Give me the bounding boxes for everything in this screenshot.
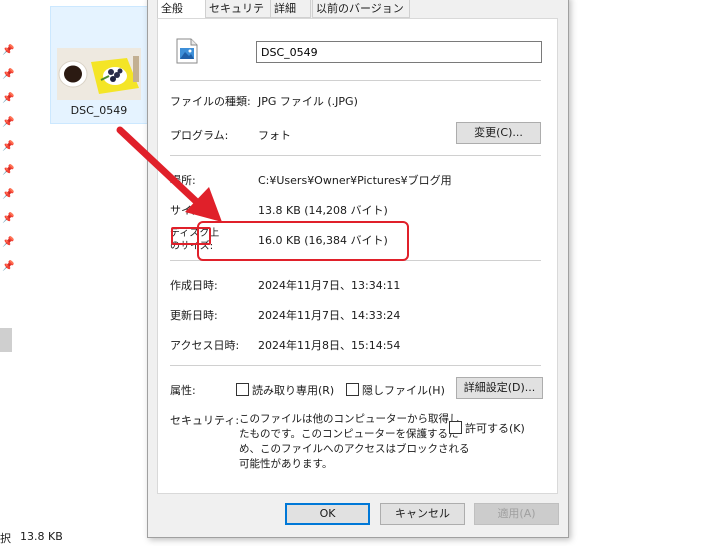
pin-icon[interactable]: 📌 xyxy=(2,190,14,200)
file-name-input[interactable] xyxy=(256,41,542,63)
separator xyxy=(170,155,541,156)
location-value: C:¥Users¥Owner¥Pictures¥ブログ用 xyxy=(258,174,452,187)
hidden-checkbox[interactable] xyxy=(346,383,359,396)
tab-details[interactable]: 詳細 xyxy=(270,0,311,18)
disk-size-highlight-box xyxy=(197,221,409,261)
readonly-label[interactable]: 読み取り専用(R) xyxy=(252,382,334,398)
separator xyxy=(170,80,541,81)
program-value: フォト xyxy=(258,129,291,142)
pin-icon[interactable]: 📌 xyxy=(2,214,14,224)
created-label: 作成日時: xyxy=(170,279,218,292)
pin-icon[interactable]: 📌 xyxy=(2,262,14,272)
security-text-line: め、このファイルへのアクセスはブロックされる xyxy=(239,443,470,455)
status-selected-text: 択 xyxy=(0,532,11,545)
pin-icon[interactable]: 📌 xyxy=(2,238,14,248)
change-program-button[interactable]: 変更(C)... xyxy=(456,122,541,144)
security-message: このファイルは他のコンピューターから取得し たものです。このコンピューターを保護… xyxy=(239,412,469,472)
security-label: セキュリティ: xyxy=(170,414,240,427)
pin-icon[interactable]: 📌 xyxy=(2,118,14,128)
disk-size-label-highlight xyxy=(171,227,211,245)
advanced-button[interactable]: 詳細設定(D)... xyxy=(456,377,543,399)
modified-label: 更新日時: xyxy=(170,309,218,322)
image-thumbnail[interactable] xyxy=(57,48,141,100)
size-label: サイズ: xyxy=(170,204,207,217)
pin-icon[interactable]: 📌 xyxy=(2,142,14,152)
program-label: プログラム: xyxy=(170,129,229,142)
cancel-button[interactable]: キャンセル xyxy=(380,503,465,525)
location-label: 場所: xyxy=(170,174,196,187)
allow-label[interactable]: 許可する(K) xyxy=(465,420,525,436)
tab-general[interactable]: 全般 xyxy=(157,0,206,20)
pin-icon[interactable]: 📌 xyxy=(2,94,14,104)
allow-checkbox[interactable] xyxy=(449,421,462,434)
file-type-value: JPG ファイル (.JPG) xyxy=(258,95,358,108)
ok-button[interactable]: OK xyxy=(285,503,370,525)
file-type-label: ファイルの種類: xyxy=(170,95,251,108)
security-text-line: このファイルは他のコンピューターから取得し xyxy=(239,413,460,425)
attributes-label: 属性: xyxy=(170,384,196,397)
hidden-label[interactable]: 隠しファイル(H) xyxy=(362,382,445,398)
scrollbar-thumb[interactable] xyxy=(0,328,12,352)
file-name-label: DSC_0549 xyxy=(70,104,128,117)
pin-icon[interactable]: 📌 xyxy=(2,166,14,176)
separator xyxy=(170,365,541,366)
pin-icon[interactable]: 📌 xyxy=(2,70,14,80)
size-value: 13.8 KB (14,208 バイト) xyxy=(258,204,388,217)
modified-value: 2024年11月7日、14:33:24 xyxy=(258,309,401,322)
status-size-text: 13.8 KB xyxy=(20,530,63,543)
readonly-checkbox[interactable] xyxy=(236,383,249,396)
apply-button[interactable]: 適用(A) xyxy=(474,503,559,525)
security-text-line: 可能性があります。 xyxy=(239,458,333,470)
tab-previous-versions[interactable]: 以前のバージョン xyxy=(312,0,410,18)
quick-access-pins: 📌 📌 📌 📌 📌 📌 📌 📌 📌 📌 xyxy=(0,0,14,300)
accessed-label: アクセス日時: xyxy=(170,339,240,352)
accessed-value: 2024年11月8日、15:14:54 xyxy=(258,339,401,352)
created-value: 2024年11月7日、13:34:11 xyxy=(258,279,401,292)
image-file-icon xyxy=(176,38,198,64)
navigation-pane-scroll xyxy=(14,0,32,520)
tab-security[interactable]: セキュリティ xyxy=(205,0,273,32)
pin-icon[interactable]: 📌 xyxy=(2,46,14,56)
security-text-line: たものです。このコンピューターを保護するた xyxy=(239,428,459,440)
